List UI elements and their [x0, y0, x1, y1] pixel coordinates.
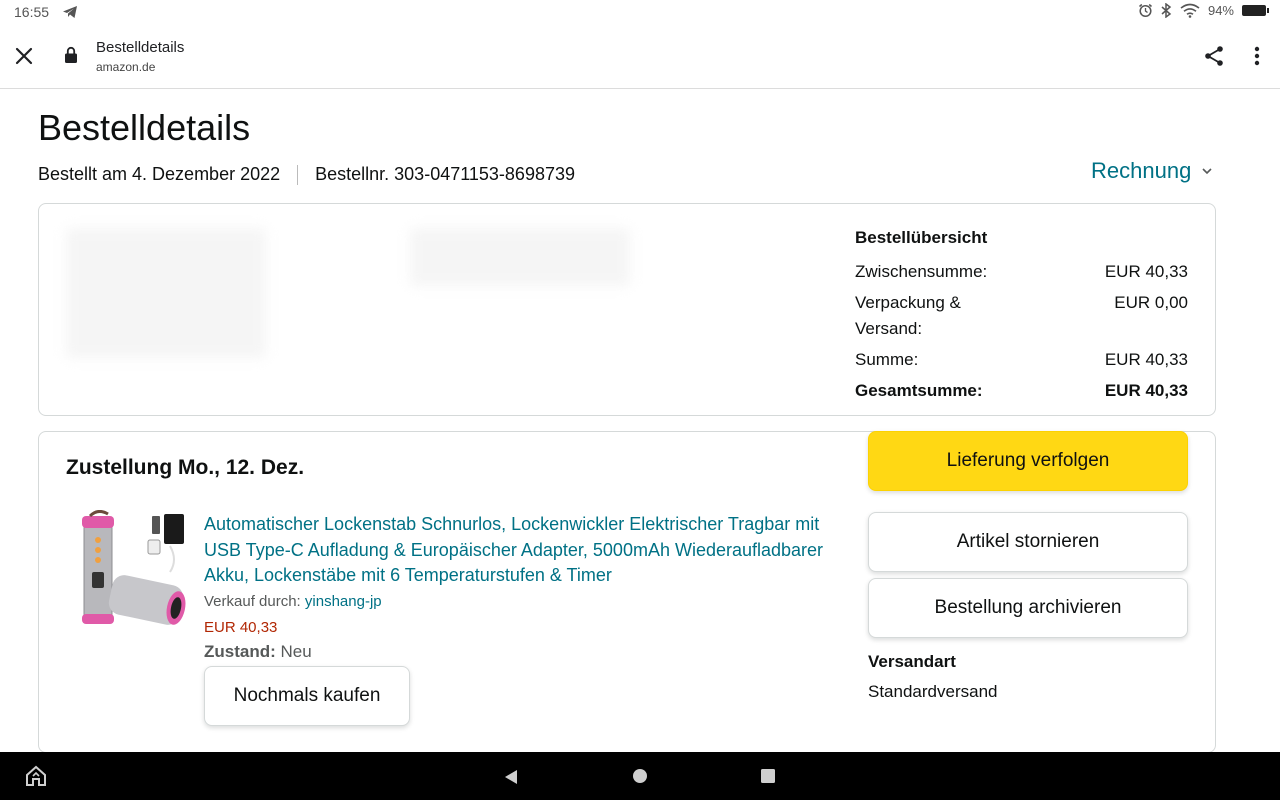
shipping-method-value: Standardversand [868, 682, 998, 701]
summary-heading: Bestellübersicht [855, 228, 988, 247]
order-date: Bestellt am 4. Dezember 2022 [38, 164, 281, 184]
home-circle-icon[interactable] [632, 768, 648, 784]
order-number: Bestellnr. 303-0471153-8698739 [315, 164, 575, 184]
summary-total-row: Gesamtsumme: EUR 40,33 [855, 378, 1188, 404]
summary-row: Verpackung & Versand: EUR 0,00 [855, 290, 1188, 342]
page-title: Bestelldetails [38, 107, 251, 148]
status-time: 16:55 [14, 4, 50, 20]
delivery-date-heading: Zustellung Mo., 12. Dez. [66, 456, 305, 479]
redacted-payment-method [410, 228, 630, 286]
summary-value: EUR 0,00 [1114, 293, 1188, 312]
toolbar-title: Bestelldetails [96, 39, 185, 56]
buy-again-button[interactable]: Nochmals kaufen [204, 666, 410, 726]
summary-label: Summe: [855, 350, 919, 369]
summary-label: Verpackung & Versand: [855, 293, 961, 338]
chevron-down-icon [1202, 168, 1212, 175]
telegram-icon [63, 6, 77, 18]
summary-row: Summe: EUR 40,33 [855, 347, 1188, 373]
summary-value: EUR 40,33 [1104, 350, 1188, 369]
order-meta: Bestellt am 4. Dezember 2022 Bestellnr. … [38, 164, 575, 185]
system-nav-bar [0, 752, 1280, 800]
lock-icon[interactable] [64, 46, 78, 64]
alarm-icon [1138, 3, 1152, 18]
archive-order-button[interactable]: Bestellung archivieren [868, 578, 1188, 638]
wifi-icon [1180, 3, 1200, 18]
meta-divider [297, 164, 299, 185]
share-icon[interactable] [1202, 44, 1226, 68]
cancel-item-button[interactable]: Artikel stornieren [868, 512, 1188, 572]
recents-icon[interactable] [760, 768, 776, 784]
toolbar-domain: amazon.de [96, 60, 156, 74]
condition-value: Neu [280, 642, 312, 661]
order-summary: Bestellübersicht Zwischensumme: EUR 40,3… [855, 228, 1188, 409]
track-package-button[interactable]: Lieferung verfolgen [868, 431, 1188, 491]
product-price: EUR 40,33 [204, 619, 278, 636]
seller-link[interactable]: yinshang-jp [305, 593, 382, 610]
product-condition: Zustand: Neu [204, 642, 312, 662]
summary-value: EUR 40,33 [1104, 381, 1188, 400]
invoice-label: Rechnung [1091, 158, 1192, 183]
summary-row: Zwischensumme: EUR 40,33 [855, 259, 1188, 285]
battery-level: 94% [1207, 3, 1234, 18]
browser-toolbar: Bestelldetails amazon.de [0, 24, 1280, 89]
seller-info: Verkauf durch: yinshang-jp [204, 593, 382, 610]
summary-value: EUR 40,33 [1104, 262, 1188, 281]
status-bar: 16:55 94% [0, 0, 1280, 24]
redacted-shipping-address [66, 228, 266, 358]
seller-label: Verkauf durch: [204, 593, 301, 610]
close-icon[interactable] [12, 44, 36, 68]
status-right: 94% [1138, 3, 1269, 18]
home-icon[interactable] [25, 765, 47, 787]
product-image[interactable] [78, 510, 188, 628]
product-title-link[interactable]: Automatischer Lockenstab Schnurlos, Lock… [204, 512, 844, 589]
summary-label: Zwischensumme: [855, 262, 988, 281]
bluetooth-icon [1161, 3, 1172, 18]
invoice-dropdown[interactable]: Rechnung [1091, 158, 1213, 184]
summary-label: Gesamtsumme: [855, 381, 983, 400]
shipping-method-label: Versandart [868, 652, 956, 671]
back-icon[interactable] [502, 768, 520, 786]
condition-label: Zustand: [204, 642, 276, 661]
more-options-icon[interactable] [1247, 44, 1267, 68]
battery-icon [1242, 5, 1269, 16]
